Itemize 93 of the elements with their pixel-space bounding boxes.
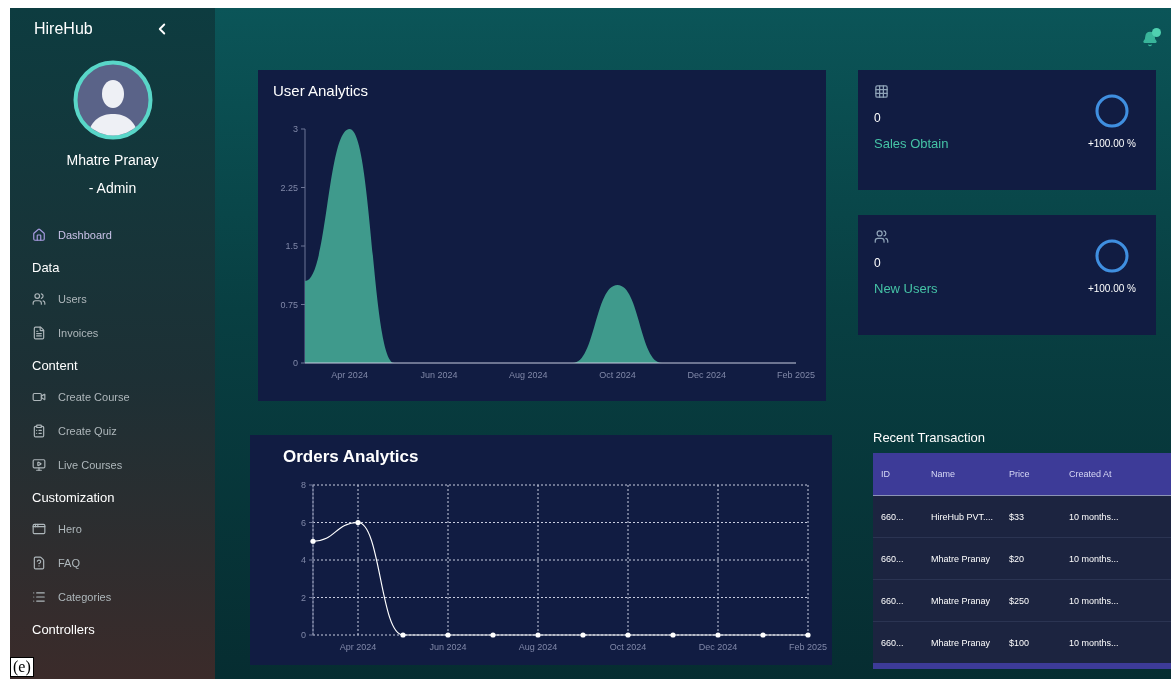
table-cell: 10 months... (1061, 495, 1171, 538)
nav-item[interactable]: Categories (10, 580, 215, 614)
y-tick-label: 2.25 (280, 182, 298, 193)
nav-item[interactable]: FAQ (10, 546, 215, 580)
nav-section-heading: Controllers (31, 620, 96, 639)
y-tick-label: 4 (301, 555, 306, 565)
column-header: Price (1001, 453, 1061, 496)
stat-change: +100.00 % (1087, 282, 1136, 294)
table-cell: Mhatre Pranay (923, 537, 1001, 580)
users-icon (874, 229, 889, 244)
table-cell: 10 months... (1061, 579, 1171, 622)
table-cell: 660... (873, 621, 923, 663)
table-cell: 10 months... (1061, 537, 1171, 580)
play-screen-icon (32, 458, 46, 472)
data-point (310, 538, 316, 544)
x-tick-label: Apr 2024 (339, 642, 377, 652)
table-cell: $250 (1001, 579, 1061, 622)
data-point (670, 632, 676, 638)
table-cell: Mhatre Pranay (923, 621, 1001, 663)
avatar-icon (72, 60, 153, 140)
x-tick-label: Feb 2025 (777, 370, 815, 380)
x-tick-label: Dec 2024 (687, 370, 726, 380)
data-point (490, 632, 496, 638)
window-icon (32, 522, 46, 536)
stat-value: 0 (874, 256, 882, 270)
home-icon (32, 228, 46, 242)
y-tick-label: 0 (293, 358, 298, 368)
x-tick-label: Dec 2024 (698, 642, 738, 652)
video-icon (32, 390, 46, 404)
stat-label: Sales Obtain (874, 135, 950, 151)
nav-section-heading: Content (31, 356, 79, 375)
chart-title: Orders Analytics (282, 446, 420, 467)
list-icon (32, 590, 46, 604)
x-tick-label: Oct 2024 (599, 370, 636, 380)
x-tick-label: Aug 2024 (518, 642, 558, 652)
data-point (400, 632, 406, 638)
x-tick-label: Jun 2024 (420, 370, 458, 380)
nav-item[interactable]: Create Course (10, 380, 215, 414)
data-point (580, 632, 586, 638)
x-tick-label: Feb 2025 (789, 642, 827, 652)
column-header: ID (873, 453, 923, 496)
stat-value: 0 (874, 111, 882, 125)
document-icon (32, 326, 46, 340)
figure-label: (e) (10, 657, 34, 677)
table-cell: 660... (873, 579, 923, 622)
data-point (760, 632, 766, 638)
table-cell: $100 (1001, 621, 1061, 663)
y-tick-label: 3 (293, 124, 298, 134)
data-point (445, 632, 451, 638)
data-point (805, 632, 811, 638)
y-tick-label: 0 (301, 630, 306, 640)
column-header: Created At (1061, 453, 1171, 496)
y-tick-label: 8 (301, 480, 306, 490)
user-role: - Admin (87, 180, 138, 196)
table-cell: $33 (1001, 495, 1061, 538)
x-tick-label: Aug 2024 (508, 370, 548, 380)
table-cell: 660... (873, 537, 923, 580)
nav-item[interactable]: Live Courses (10, 448, 215, 482)
column-header: Name (923, 453, 1001, 496)
y-tick-label: 1.5 (285, 241, 298, 251)
data-point (535, 632, 541, 638)
nav-item[interactable]: Hero (10, 512, 215, 546)
clipboard-icon (32, 424, 46, 438)
data-point (625, 632, 631, 638)
notification-icon[interactable] (1142, 31, 1158, 47)
data-point (355, 519, 361, 526)
brand-name: HireHub (34, 20, 93, 38)
x-tick-label: Apr 2024 (331, 370, 368, 380)
y-tick-label: 2 (301, 592, 306, 603)
grid-icon (874, 84, 889, 99)
stat-change: +100.00 % (1087, 137, 1136, 149)
x-tick-label: Jun 2024 (429, 642, 467, 652)
user-name: Mhatre Pranay (65, 152, 160, 168)
y-tick-label: 6 (301, 517, 306, 528)
question-document-icon (32, 556, 46, 570)
nav-item[interactable]: Invoices (10, 316, 215, 350)
nav-section-heading: Customization (31, 488, 116, 507)
y-tick-label: 0.75 (280, 299, 298, 310)
nav-item[interactable]: Dashboard (10, 218, 215, 252)
nav-item[interactable]: Create Quiz (10, 414, 215, 448)
nav-section-heading: Data (31, 258, 61, 277)
table-cell: Mhatre Pranay (923, 579, 1001, 622)
data-point (715, 632, 721, 638)
chart-title: User Analytics (272, 81, 370, 99)
users-icon (32, 292, 46, 306)
table-cell: HireHub PVT.... (923, 495, 1001, 538)
nav-item[interactable]: Users (10, 282, 215, 316)
table-title: Recent Transaction (873, 430, 986, 445)
stat-label: New Users (874, 280, 939, 296)
table-cell: 10 months... (1061, 621, 1171, 663)
table-cell: 660... (873, 495, 923, 538)
table-cell: $20 (1001, 537, 1061, 580)
x-tick-label: Oct 2024 (609, 642, 647, 652)
